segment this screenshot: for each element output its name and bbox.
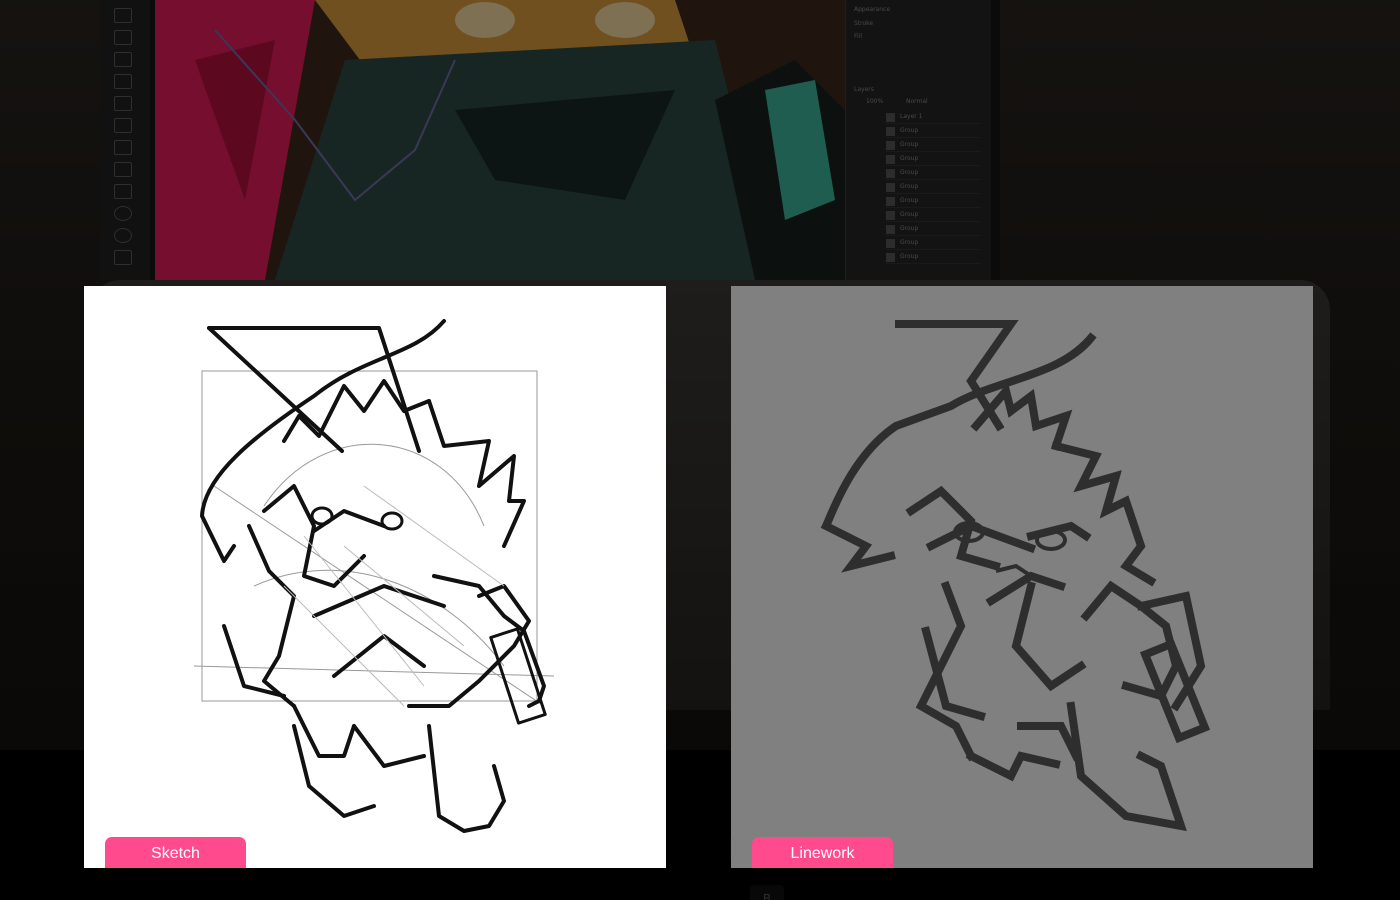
sketch-card: Sketch	[84, 286, 666, 868]
sketch-label: Sketch	[105, 837, 246, 868]
linework-card: Linework	[731, 286, 1313, 868]
cat-linework-drawing	[820, 320, 1211, 832]
linework-label: Linework	[752, 837, 893, 868]
cat-sketch-drawing	[193, 319, 555, 833]
